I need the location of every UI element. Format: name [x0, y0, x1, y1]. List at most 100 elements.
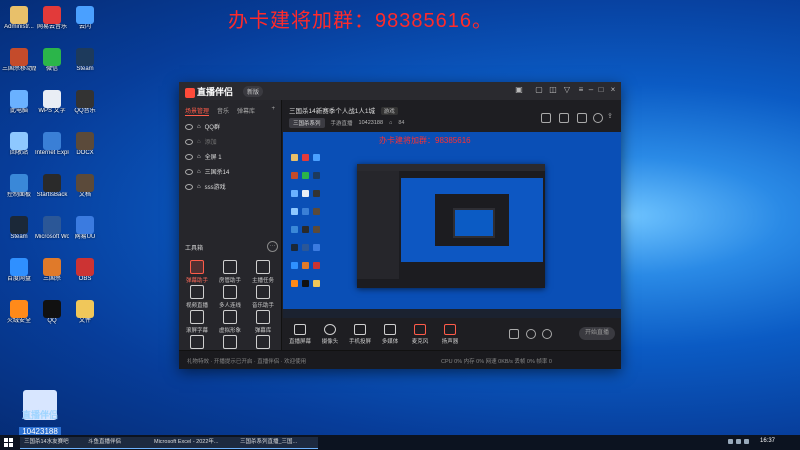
desktop-icon[interactable]: 网易云音乐 — [35, 6, 69, 31]
phone-cast-button[interactable]: 手机投屏 — [347, 324, 373, 345]
system-tray[interactable] — [728, 439, 756, 445]
desktop-icon[interactable]: 控制面板 — [2, 174, 36, 199]
tools-more-button[interactable]: ··· — [267, 241, 278, 252]
desktop-icon[interactable]: StartIsBack — [35, 174, 69, 199]
scene-item[interactable]: ⌂ sss游戏 — [179, 179, 281, 194]
desktop-icon[interactable]: QQ音乐 — [68, 90, 102, 115]
scene-item[interactable]: ⌂ 添加 — [179, 134, 281, 149]
lock-icon[interactable]: ⌂ — [197, 139, 201, 145]
skin-icon[interactable]: ◫ — [549, 86, 557, 94]
media-button[interactable]: 多媒体 — [377, 324, 403, 345]
home-icon[interactable] — [541, 113, 551, 123]
desktop-icon[interactable]: 回收站 — [2, 132, 36, 157]
lock-icon[interactable]: ⌂ — [197, 184, 201, 190]
title-bar[interactable]: 直播伴侣 新版 ▣ ▢ ◫ ▽ ≡ – □ × — [179, 82, 621, 100]
tool-icon — [190, 260, 204, 274]
go-live-button[interactable]: 开始直播 — [579, 327, 615, 340]
tab-scenes[interactable]: 场景管理 — [185, 106, 210, 116]
speaker-button[interactable]: 扬声器 — [437, 324, 463, 345]
mic-button[interactable]: 麦克风 — [407, 324, 433, 345]
screen-capture-button[interactable]: 直播屏幕 — [287, 324, 313, 345]
shirt-icon[interactable]: ▽ — [563, 86, 571, 94]
tool-button[interactable]: 主播任务 — [247, 260, 279, 284]
taskbar-item-2[interactable]: Microsoft Excel - 2022年... — [150, 437, 238, 449]
eye-icon[interactable] — [185, 138, 193, 145]
taskbar-item-3[interactable]: 三国杀系列直播_三国... — [236, 437, 318, 449]
desktop-icon[interactable]: QQ — [35, 300, 69, 325]
tool-button[interactable]: 房管助手 — [214, 260, 246, 284]
lock-icon[interactable]: ⌂ — [197, 154, 201, 160]
close-icon[interactable]: × — [609, 86, 617, 94]
scene-item[interactable]: ⌂ 三国杀14 — [179, 164, 281, 179]
eye-icon[interactable] — [185, 123, 193, 130]
tool-label: 主播任务 — [251, 278, 274, 284]
room-title[interactable]: 三国杀14新赛季个人战1人1城 — [289, 108, 375, 115]
desktop-icon[interactable]: 火绒安全 — [2, 300, 36, 325]
tool-button[interactable]: 弹幕助手 — [181, 260, 213, 284]
desktop-icon[interactable]: 百度网盘 — [2, 258, 36, 283]
clock[interactable]: 16:37 — [760, 438, 775, 444]
eye-icon[interactable] — [185, 183, 193, 190]
tab-danmu[interactable]: 弹幕库 — [237, 106, 255, 116]
tool-button[interactable]: 弹幕库 — [247, 310, 279, 334]
app-icon — [10, 258, 28, 276]
preview-desktop-icon — [291, 154, 298, 161]
desktop-icon[interactable]: 网易UU — [68, 216, 102, 241]
shop-icon[interactable] — [559, 113, 569, 123]
room-category[interactable]: 三国杀系列 — [289, 118, 325, 128]
scene-item[interactable]: ⌂ 全屏 1 — [179, 149, 281, 164]
desktop-icon[interactable]: 三国杀 — [35, 258, 69, 283]
desktop-icon-label: 控制面板 — [6, 192, 31, 198]
desktop-icon[interactable]: 文件 — [68, 300, 102, 325]
desktop-icon[interactable]: 此电脑 — [2, 90, 36, 115]
tool-button[interactable]: 虚拟形象 — [214, 310, 246, 334]
message-icon[interactable]: ▢ — [535, 86, 543, 94]
desktop-icon[interactable]: DOCX — [68, 132, 102, 157]
desktop-icon[interactable]: Internet Explorer — [35, 132, 69, 157]
minimize-icon[interactable]: – — [587, 86, 595, 94]
eye-icon[interactable] — [185, 153, 193, 160]
gear-icon[interactable] — [542, 329, 552, 339]
desktop-icon-label: 微信 — [45, 66, 58, 72]
tab-music[interactable]: 音乐 — [217, 106, 229, 116]
tool-button[interactable]: 多人连线 — [214, 285, 246, 309]
tool-button[interactable]: 视频直播 — [181, 285, 213, 309]
desktop-icon[interactable]: Steam — [68, 48, 102, 73]
desktop-icon[interactable]: WPS 文字 — [35, 90, 69, 115]
desktop-icon[interactable]: 云闪 — [68, 6, 102, 31]
menu-icon[interactable]: ≡ — [577, 86, 585, 94]
desktop-icon[interactable]: 微信 — [35, 48, 69, 73]
desktop-icon[interactable]: 三国杀移动版 — [2, 48, 36, 73]
desktop-icon[interactable]: Administr... — [2, 6, 36, 31]
lock-icon[interactable]: ⌂ — [197, 169, 201, 175]
preview-desktop-icon — [313, 226, 320, 233]
scene-item[interactable]: ⌂ QQ群 — [179, 119, 281, 134]
desktop-icon-label: DOCX — [76, 150, 94, 156]
add-scene-icon[interactable]: + — [271, 106, 275, 116]
eye-icon[interactable] — [526, 329, 536, 339]
tool-icon — [223, 285, 237, 299]
taskbar-item-1[interactable]: 斗鱼直播伴侣 — [84, 437, 152, 449]
tool-button[interactable]: 音乐助手 — [247, 285, 279, 309]
share-icon[interactable]: ⇪ — [607, 113, 615, 121]
preview-desktop-icon — [302, 190, 309, 197]
camera-button[interactable]: 摄像头 — [317, 324, 343, 345]
lock-icon[interactable]: ⌂ — [197, 124, 201, 130]
settings-icon[interactable] — [577, 113, 587, 123]
desktop-icon[interactable]: 文档 — [68, 174, 102, 199]
taskbar-item-0[interactable]: 三国杀14水友赛吧 — [20, 437, 88, 449]
live-preview[interactable]: 办卡建将加群：98385616 — [283, 132, 621, 318]
eye-icon[interactable] — [185, 168, 193, 175]
bell-icon[interactable] — [593, 113, 603, 123]
tool-button[interactable]: 滚屏字幕 — [181, 310, 213, 334]
windows-start-icon[interactable] — [4, 438, 13, 447]
tool-label: 音乐助手 — [251, 303, 274, 309]
version-badge[interactable]: 新版 — [243, 86, 264, 97]
desktop-icon[interactable]: OBS — [68, 258, 102, 283]
maximize-icon[interactable]: □ — [597, 86, 605, 94]
desktop-icon[interactable]: Microsoft Word — [35, 216, 69, 241]
desktop-icon[interactable]: Steam — [2, 216, 36, 241]
record-icon[interactable] — [509, 329, 519, 339]
room-tag[interactable]: 游戏 — [380, 107, 398, 115]
avatar-icon[interactable]: ▣ — [515, 86, 523, 94]
